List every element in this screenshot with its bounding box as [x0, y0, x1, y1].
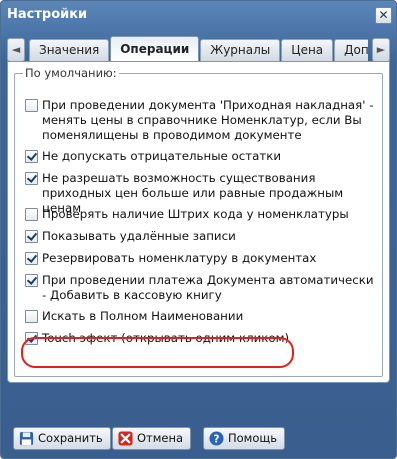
- arrow-right-icon: ►: [376, 43, 386, 56]
- checkbox[interactable]: [25, 99, 38, 112]
- svg-text:?: ?: [214, 434, 220, 446]
- tab-operations[interactable]: Операции: [110, 36, 200, 61]
- help-icon: ?: [209, 431, 224, 446]
- tab-strip: ЗначенияОперацииЖурналыЦенаДополнит: [29, 35, 368, 61]
- operations-panel: По умолчанию: При проведении документа '…: [7, 61, 390, 383]
- option-reserve-items[interactable]: Резервировать номенклатуру в документах: [25, 251, 374, 266]
- cancel-x-icon: [118, 431, 133, 446]
- tab-additional[interactable]: Дополнит: [334, 39, 368, 61]
- option-update-prices[interactable]: При проведении документа 'Приходная накл…: [25, 98, 374, 143]
- tab-price[interactable]: Цена: [281, 39, 334, 61]
- checkbox[interactable]: [25, 274, 38, 287]
- checkbox[interactable]: [25, 172, 38, 185]
- defaults-group: По умолчанию: При проведении документа '…: [14, 66, 383, 377]
- option-label: Не допускать отрицательные остатки: [42, 149, 281, 163]
- option-show-deleted[interactable]: Показывать удалённые записи: [25, 229, 374, 244]
- highlight-oval: [21, 337, 294, 368]
- window-title: Настройки: [7, 7, 88, 22]
- checkbox[interactable]: [25, 252, 38, 265]
- settings-window: Настройки ✕ ◄ Значения Операции Журналы Цен…: [0, 0, 397, 459]
- option-label: Показывать удалённые записи: [42, 229, 236, 243]
- tab-values[interactable]: Значения: [29, 39, 110, 61]
- tab-bar: ◄ ЗначенияОперацииЖурналыЦенаДополнит ►: [7, 35, 390, 62]
- checkbox[interactable]: [25, 208, 38, 221]
- option-label: Резервировать номенклатуру в документах: [42, 251, 317, 265]
- tab-journals[interactable]: Журналы: [200, 39, 281, 61]
- tab-scroll-left-button[interactable]: ◄: [7, 38, 25, 62]
- help-button[interactable]: ? Помощь: [203, 427, 286, 450]
- save-button[interactable]: Сохранить: [13, 427, 111, 450]
- arrow-left-icon: ◄: [11, 43, 21, 56]
- option-label: Искать в Полном Наименовании: [42, 309, 244, 323]
- option-label: При проведении документа 'Приходная накл…: [42, 98, 374, 142]
- title-bar[interactable]: Настройки ✕: [1, 1, 396, 31]
- close-icon: ✕: [378, 8, 389, 22]
- checkbox[interactable]: [25, 150, 38, 163]
- help-label: Помощь: [228, 431, 278, 445]
- option-label: При проведении платежа Документа автомат…: [42, 273, 374, 302]
- cancel-button[interactable]: Отмена: [112, 427, 192, 450]
- checkbox[interactable]: [25, 230, 38, 243]
- cancel-label: Отмена: [137, 431, 184, 445]
- checkbox[interactable]: [25, 310, 38, 323]
- option-label: Проверять наличие Штрих кода у номенклат…: [42, 207, 349, 221]
- floppy-disk-icon: [19, 431, 34, 446]
- save-label: Сохранить: [38, 431, 103, 445]
- option-no-negative-stock[interactable]: Не допускать отрицательные остатки: [25, 149, 374, 164]
- option-search-full-name[interactable]: Искать в Полном Наименовании: [25, 309, 374, 324]
- option-auto-cashbook[interactable]: При проведении платежа Документа автомат…: [25, 273, 374, 303]
- close-button[interactable]: ✕: [375, 7, 392, 24]
- group-legend: По умолчанию:: [23, 66, 119, 80]
- tab-scroll-right-button[interactable]: ►: [372, 38, 390, 62]
- option-barcode-check[interactable]: Проверять наличие Штрих кода у номенклат…: [25, 207, 374, 222]
